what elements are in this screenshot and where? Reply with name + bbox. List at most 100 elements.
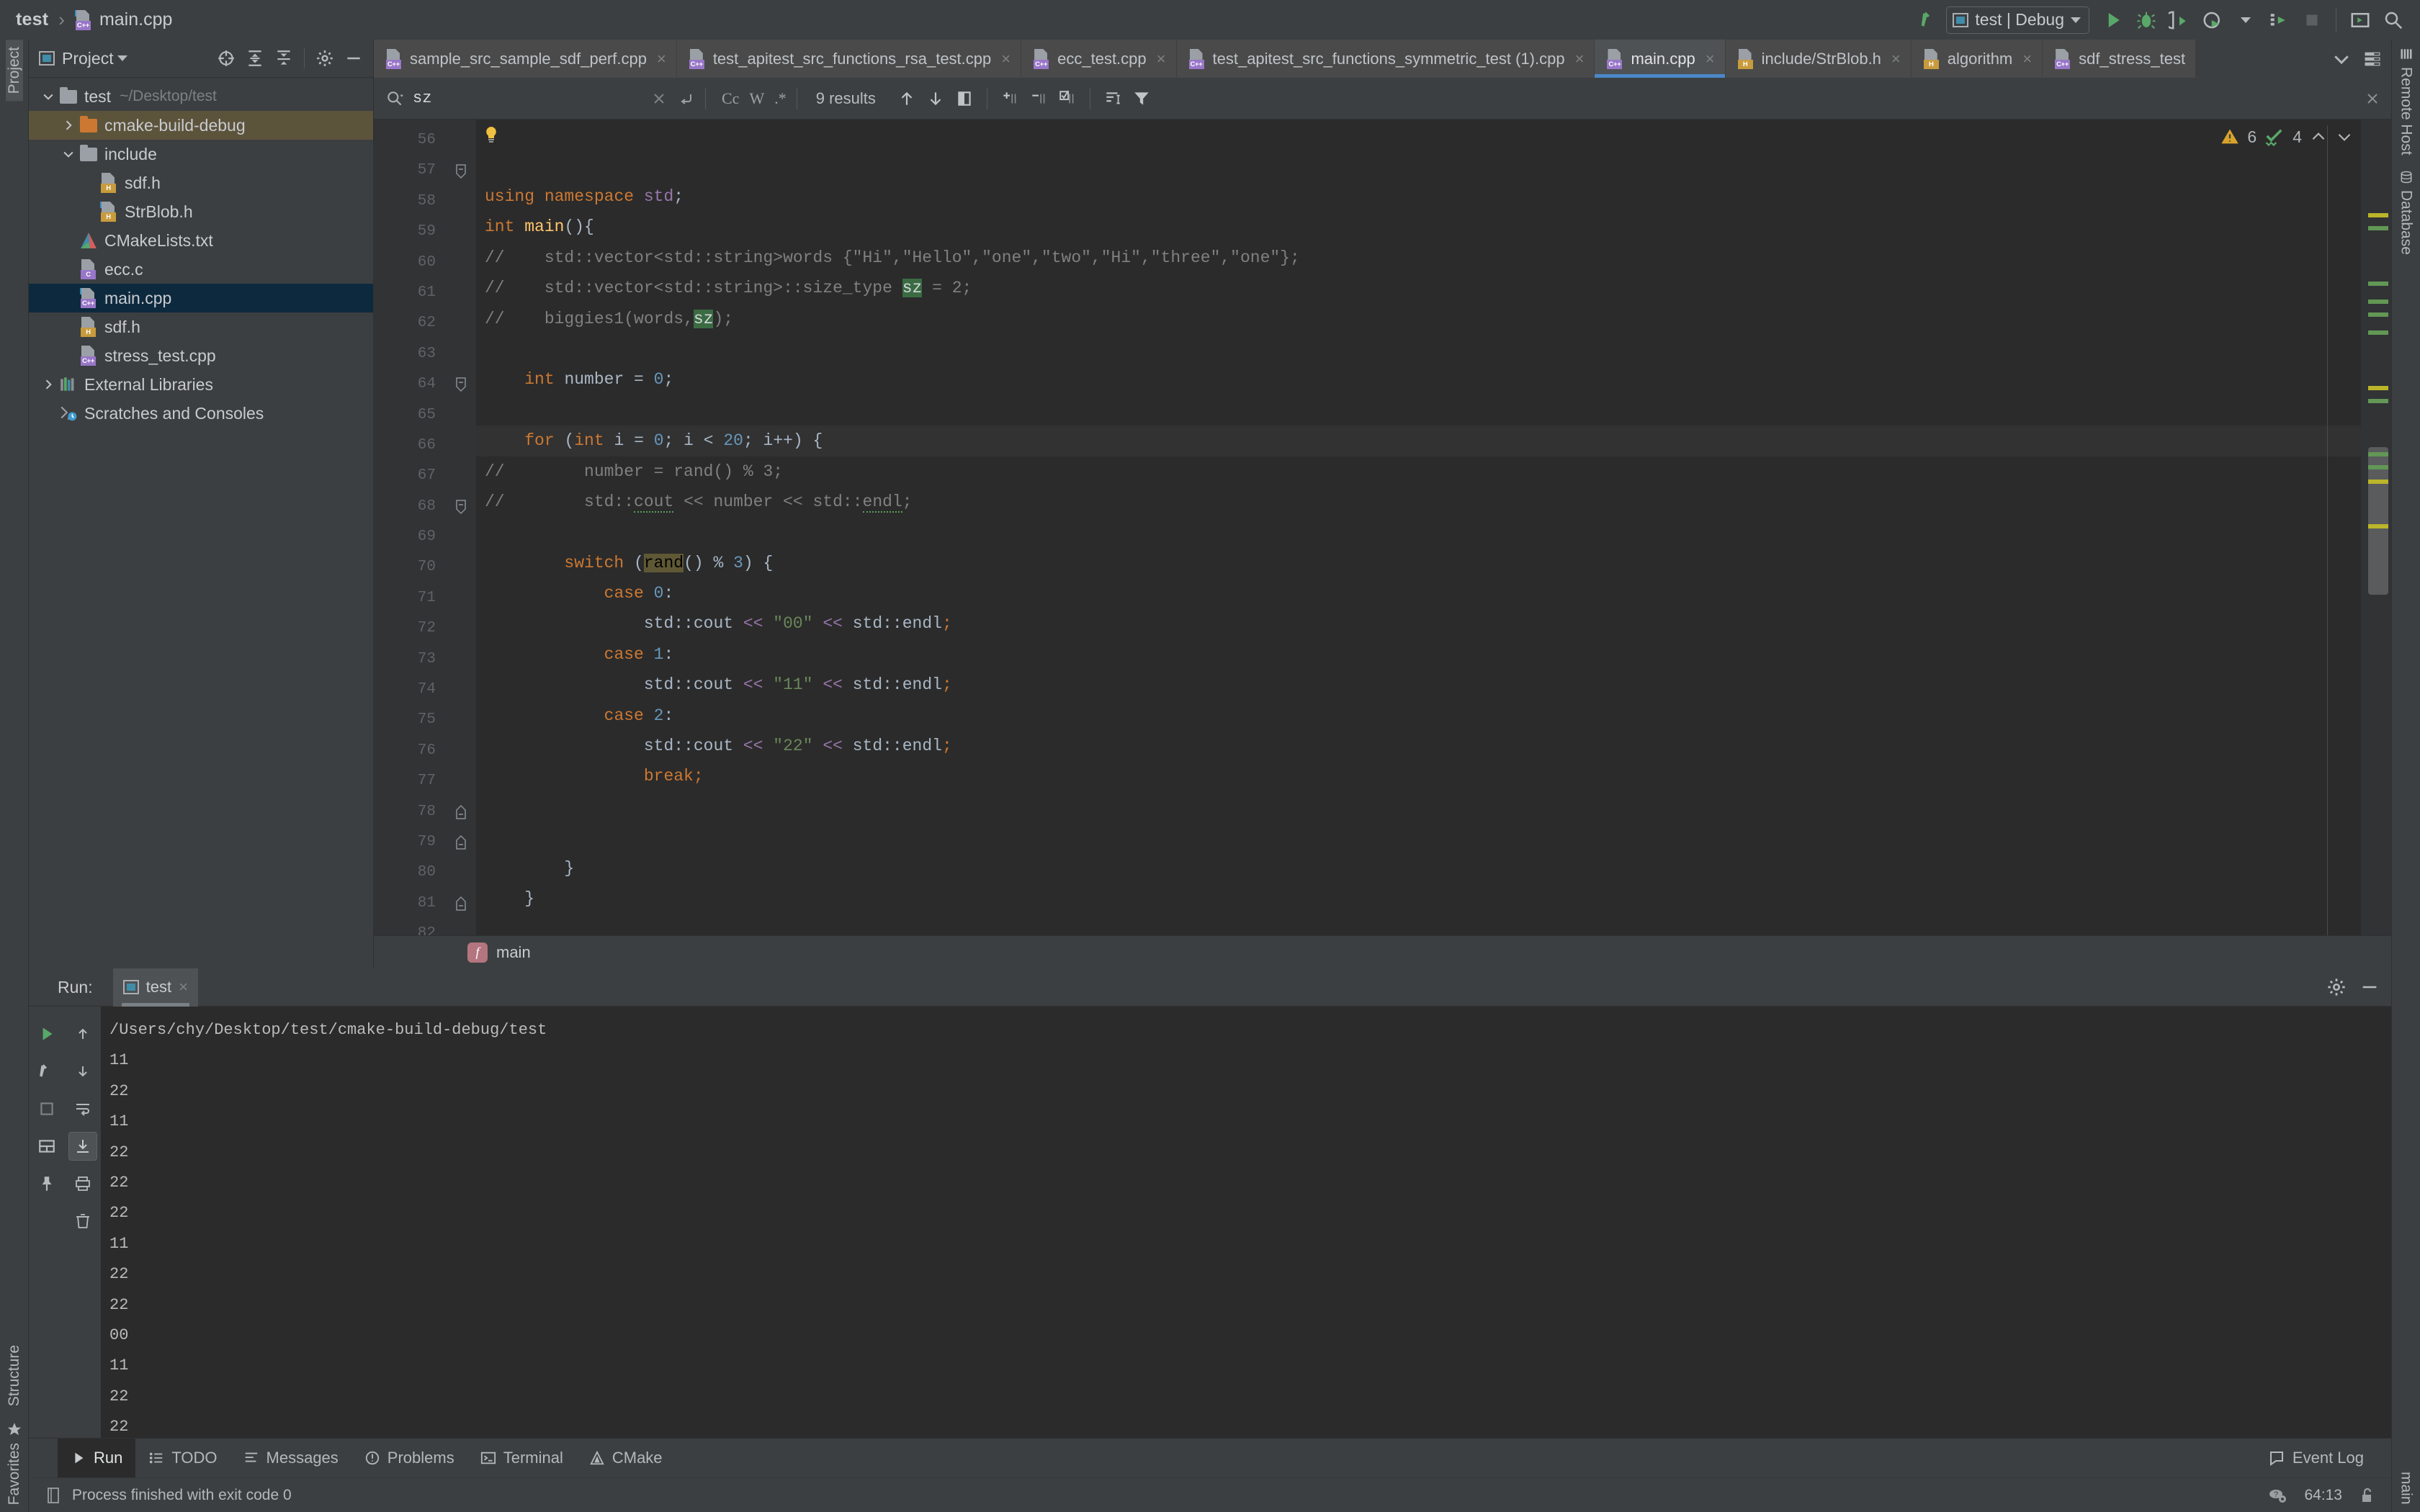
error-stripe-marker-bar[interactable] <box>2361 120 2391 935</box>
sidebar-item-main[interactable]: main <box>2398 1464 2415 1512</box>
run-coverage-icon[interactable] <box>2163 4 2196 37</box>
hide-panel-icon[interactable] <box>2360 977 2380 997</box>
check-lines-icon[interactable] <box>1058 89 1077 108</box>
close-icon[interactable] <box>2364 90 2381 107</box>
scroll-down-icon[interactable] <box>68 1057 97 1086</box>
line-number[interactable]: 82 <box>374 919 446 935</box>
editor-tab[interactable]: C++main.cpp× <box>1595 40 1725 78</box>
open-tool-window-icon[interactable] <box>2344 4 2377 37</box>
code-line[interactable]: // std::vector<std::string>::size_type s… <box>476 273 2361 303</box>
tree-node[interactable]: Scratches and Consoles <box>29 399 373 428</box>
target-icon[interactable] <box>212 45 240 72</box>
tree-node[interactable]: C++stress_test.cpp <box>29 341 373 370</box>
chevron-right-icon[interactable] <box>59 118 78 132</box>
sidebar-item-structure[interactable]: Structure <box>6 1338 23 1413</box>
line-number[interactable]: 81 <box>374 888 446 919</box>
line-number[interactable]: 68 <box>374 492 446 522</box>
sidebar-item-remote-host[interactable]: Remote Host <box>2398 40 2415 163</box>
code-line[interactable]: break; <box>476 761 2361 791</box>
hammer-icon[interactable] <box>1913 4 1946 37</box>
line-number[interactable]: 63 <box>374 339 446 369</box>
tree-node[interactable]: include <box>29 140 373 168</box>
close-icon[interactable]: × <box>1706 50 1715 68</box>
tree-node[interactable]: CMakeLists.txt <box>29 226 373 255</box>
regex-toggle[interactable]: .* <box>774 89 786 108</box>
tree-node[interactable]: Hsdf.h <box>29 168 373 197</box>
prev-occurrence-icon[interactable] <box>897 89 916 108</box>
chevron-down-icon[interactable] <box>117 55 127 61</box>
code-line[interactable]: } <box>476 883 2361 914</box>
code-line[interactable]: std::cout << "22" << std::endl; <box>476 731 2361 761</box>
tree-node[interactable]: cmake-build-debug <box>29 111 373 140</box>
code-line[interactable]: int main(){ <box>476 212 2361 242</box>
inspection-widget[interactable]: 6 4 <box>2220 127 2354 147</box>
tree-node[interactable]: Cecc.c <box>29 255 373 284</box>
code-line[interactable]: case 1: <box>476 639 2361 670</box>
line-number[interactable]: 57 <box>374 156 446 186</box>
line-number[interactable]: 59 <box>374 217 446 247</box>
filter-icon[interactable] <box>1132 89 1151 108</box>
pin-icon[interactable] <box>32 1169 61 1198</box>
line-number[interactable]: 70 <box>374 552 446 582</box>
tab-list-icon[interactable] <box>2362 49 2383 69</box>
line-number[interactable]: 65 <box>374 400 446 431</box>
editor-tab[interactable]: C++test_apitest_src_functions_symmetric_… <box>1177 40 1595 78</box>
tree-node[interactable]: Hsdf.h <box>29 312 373 341</box>
bottom-bar-item[interactable]: Terminal <box>467 1439 576 1477</box>
code-editor[interactable]: 5657585960616263646566676869707172737475… <box>374 120 2391 935</box>
chevron-down-icon[interactable] <box>39 89 58 104</box>
expand-all-icon[interactable] <box>241 45 269 72</box>
fold-marker[interactable] <box>446 156 476 186</box>
code-line[interactable]: // biggies1(words,sz); <box>476 304 2361 334</box>
bottom-bar-item[interactable]: Messages <box>230 1439 351 1477</box>
tree-node[interactable]: C++main.cpp <box>29 284 373 312</box>
fold-marker[interactable] <box>446 827 476 858</box>
print-icon[interactable] <box>68 1169 97 1198</box>
line-number[interactable]: 80 <box>374 858 446 888</box>
code-folding-gutter[interactable] <box>446 120 476 935</box>
run-configuration-selector[interactable]: test | Debug <box>1946 6 2089 34</box>
code-line[interactable]: } <box>476 853 2361 883</box>
scroll-to-end-icon[interactable] <box>68 1132 97 1161</box>
settings-gear-icon[interactable] <box>2326 977 2347 997</box>
close-icon[interactable]: × <box>179 978 188 996</box>
code-line[interactable]: std::cout << "11" << std::endl; <box>476 670 2361 700</box>
editor-tab[interactable]: C++sample_src_sample_sdf_perf.cpp× <box>374 40 677 78</box>
rerun-icon[interactable] <box>32 1020 61 1048</box>
stop-icon[interactable] <box>32 1094 61 1123</box>
sidebar-item-favorites[interactable]: Favorites <box>6 1414 23 1512</box>
code-text[interactable]: using namespace std;int main(){// std::v… <box>476 120 2361 935</box>
line-number[interactable]: 76 <box>374 736 446 766</box>
hide-icon[interactable] <box>340 45 367 72</box>
code-line[interactable] <box>476 395 2361 426</box>
code-line[interactable]: // std::vector<std::string>words {"Hi","… <box>476 243 2361 273</box>
line-number[interactable]: 79 <box>374 827 446 858</box>
chevron-down-icon[interactable] <box>59 147 78 161</box>
build-icon[interactable] <box>32 1057 61 1086</box>
bottom-bar-item[interactable]: Problems <box>351 1439 467 1477</box>
breadcrumb-project[interactable]: test <box>16 9 48 30</box>
search-input[interactable]: sz <box>413 89 431 107</box>
code-line[interactable]: switch (rand() % 3) { <box>476 548 2361 578</box>
select-all-occurrences-icon[interactable] <box>955 89 974 108</box>
editor-tab[interactable]: C++sdf_stress_test <box>2043 40 2196 78</box>
match-case-toggle[interactable]: Cc <box>722 89 739 108</box>
line-number[interactable]: 71 <box>374 583 446 613</box>
next-occurrence-icon[interactable] <box>926 89 945 108</box>
editor-tab[interactable]: C++ecc_test.cpp× <box>1021 40 1176 78</box>
line-number[interactable]: 58 <box>374 186 446 217</box>
fold-marker[interactable] <box>446 888 476 919</box>
close-icon[interactable]: × <box>1575 50 1585 68</box>
fold-marker[interactable] <box>446 797 476 827</box>
bottom-bar-item[interactable]: Run <box>58 1439 135 1477</box>
run-icon[interactable] <box>2097 4 2130 37</box>
line-number[interactable]: 60 <box>374 248 446 278</box>
close-icon[interactable]: × <box>1157 50 1166 68</box>
tree-node[interactable]: HStrBlob.h <box>29 197 373 226</box>
sidebar-item-database[interactable]: Database <box>2398 163 2415 262</box>
close-icon[interactable]: × <box>2022 50 2032 68</box>
close-icon[interactable]: × <box>657 50 666 68</box>
close-icon[interactable]: × <box>1001 50 1010 68</box>
add-line-icon[interactable] <box>1000 89 1019 108</box>
line-number[interactable]: 62 <box>374 308 446 338</box>
